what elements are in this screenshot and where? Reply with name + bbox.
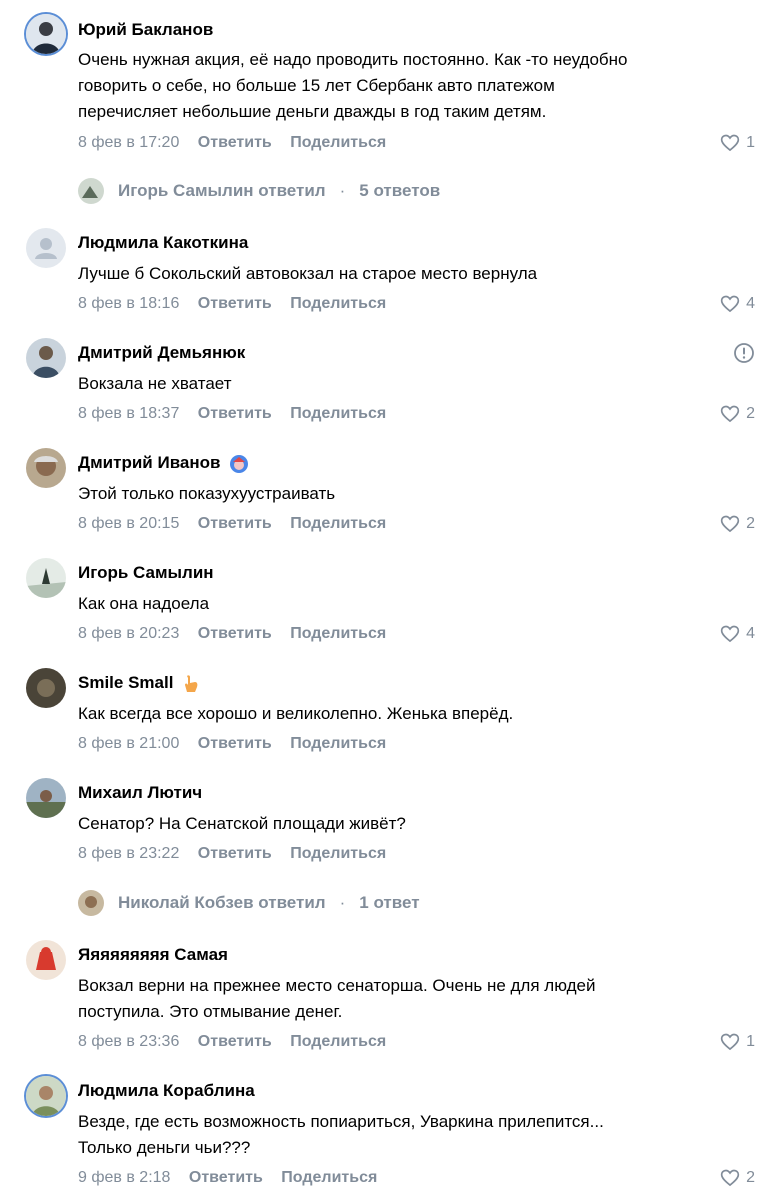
timestamp[interactable]: 9 фев в 2:18	[78, 1169, 170, 1186]
share-button[interactable]: Поделиться	[290, 625, 386, 642]
comment-text: Вокзала не хватает	[78, 374, 232, 393]
like-button[interactable]: 1	[720, 1032, 755, 1052]
like-button[interactable]: 4	[720, 624, 755, 644]
share-button[interactable]: Поделиться	[290, 134, 386, 151]
like-button[interactable]: 2	[720, 404, 755, 424]
avatar[interactable]	[26, 228, 66, 268]
avatar[interactable]	[26, 1076, 66, 1116]
like-count: 2	[746, 405, 755, 422]
timestamp[interactable]: 8 фев в 18:37	[78, 405, 179, 422]
verified-badge-icon	[230, 454, 249, 473]
report-icon[interactable]	[733, 342, 755, 364]
comment-meta: 8 фев в 18:16 Ответить Поделиться	[78, 294, 400, 314]
like-button[interactable]: 2	[720, 514, 755, 534]
comment-text: Очень нужная акция, её надо проводить по…	[78, 50, 628, 121]
comment-text: Вокзал верни на прежнее место сенаторша.…	[78, 976, 596, 1021]
replies-author: Игорь Самылин ответил	[118, 181, 326, 200]
avatar[interactable]	[26, 668, 66, 708]
author-name[interactable]: Яяяяяяяяя Самая	[78, 945, 228, 965]
reply-button[interactable]: Ответить	[198, 405, 272, 422]
avatar	[78, 890, 104, 916]
like-count: 1	[746, 1033, 755, 1050]
heart-icon	[720, 1032, 740, 1052]
replies-thread[interactable]: Игорь Самылин ответил · 5 ответов	[78, 178, 440, 204]
reply-button[interactable]: Ответить	[198, 515, 272, 532]
author-name[interactable]: Людмила Какоткина	[78, 233, 248, 253]
timestamp[interactable]: 8 фев в 20:23	[78, 625, 179, 642]
replies-count: 5 ответов	[359, 181, 441, 200]
timestamp[interactable]: 8 фев в 21:00	[78, 735, 179, 752]
heart-icon	[720, 294, 740, 314]
avatar[interactable]	[26, 558, 66, 598]
replies-count: 1 ответ	[359, 893, 420, 912]
avatar[interactable]	[26, 448, 66, 488]
share-button[interactable]: Поделиться	[290, 735, 386, 752]
share-button[interactable]: Поделиться	[290, 845, 386, 862]
author-name[interactable]: Дмитрий Демьянюк	[78, 343, 245, 363]
reply-button[interactable]: Ответить	[198, 295, 272, 312]
avatar[interactable]	[26, 338, 66, 378]
share-button[interactable]: Поделиться	[281, 1169, 377, 1186]
share-button[interactable]: Поделиться	[290, 405, 386, 422]
comment-meta: 8 фев в 20:15 Ответить Поделиться	[78, 514, 400, 534]
heart-icon	[720, 133, 740, 153]
like-count: 2	[746, 515, 755, 532]
reply-button[interactable]: Ответить	[198, 735, 272, 752]
comment-meta: 8 фев в 18:37 Ответить Поделиться	[78, 404, 400, 424]
author-name[interactable]: Smile Small	[78, 673, 200, 694]
reply-button[interactable]: Ответить	[189, 1169, 263, 1186]
share-button[interactable]: Поделиться	[290, 295, 386, 312]
author-name[interactable]: Михаил Лютич	[78, 783, 202, 803]
timestamp[interactable]: 8 фев в 23:22	[78, 845, 179, 862]
reply-button[interactable]: Ответить	[198, 1033, 272, 1050]
comment-meta: 9 фев в 2:18 Ответить Поделиться	[78, 1168, 391, 1188]
separator: ·	[339, 893, 346, 912]
avatar[interactable]	[26, 778, 66, 818]
like-button[interactable]: 1	[720, 133, 755, 153]
like-button[interactable]: 2	[720, 1168, 755, 1188]
share-button[interactable]: Поделиться	[290, 1033, 386, 1050]
author-name[interactable]: Людмила Кораблина	[78, 1081, 255, 1101]
author-name[interactable]: Игорь Самылин	[78, 563, 214, 583]
comment-text: Как она надоела	[78, 594, 210, 613]
replies-thread[interactable]: Николай Кобзев ответил · 1 ответ	[78, 890, 420, 916]
like-count: 2	[746, 1169, 755, 1186]
timestamp[interactable]: 8 фев в 20:15	[78, 515, 179, 532]
comment-meta: 8 фев в 23:22 Ответить Поделиться	[78, 844, 400, 864]
heart-icon	[720, 514, 740, 534]
like-count: 4	[746, 625, 755, 642]
timestamp[interactable]: 8 фев в 23:36	[78, 1033, 179, 1050]
reply-button[interactable]: Ответить	[198, 625, 272, 642]
avatar	[78, 178, 104, 204]
timestamp[interactable]: 8 фев в 18:16	[78, 295, 179, 312]
like-count: 4	[746, 295, 755, 312]
heart-icon	[720, 624, 740, 644]
author-name[interactable]: Дмитрий Иванов	[78, 453, 249, 474]
reply-button[interactable]: Ответить	[198, 134, 272, 151]
timestamp[interactable]: 8 фев в 17:20	[78, 134, 179, 151]
comment-text: Этой только показухуустраивать	[78, 484, 336, 503]
comment-text: Везде, где есть возможность попиариться,…	[78, 1112, 604, 1157]
avatar[interactable]	[26, 14, 66, 54]
like-button[interactable]: 4	[720, 294, 755, 314]
like-count: 1	[746, 134, 755, 151]
heart-icon	[720, 1168, 740, 1188]
avatar[interactable]	[26, 940, 66, 980]
replies-author: Николай Кобзев ответил	[118, 893, 326, 912]
comment-meta: 8 фев в 23:36 Ответить Поделиться	[78, 1032, 400, 1052]
reply-button[interactable]: Ответить	[198, 845, 272, 862]
comment-text: Как всегда все хорошо и великолепно. Жен…	[78, 704, 514, 723]
author-name[interactable]: Юрий Бакланов	[78, 20, 213, 40]
separator: ·	[339, 181, 346, 200]
comment-meta: 8 фев в 17:20 Ответить Поделиться	[78, 133, 400, 153]
heart-icon	[720, 404, 740, 424]
comment-text: Сенатор? На Сенатской площади живёт?	[78, 814, 406, 833]
share-button[interactable]: Поделиться	[290, 515, 386, 532]
comment-meta: 8 фев в 20:23 Ответить Поделиться	[78, 624, 400, 644]
hand-emoji-icon	[185, 674, 198, 692]
comment-meta: 8 фев в 21:00 Ответить Поделиться	[78, 734, 400, 754]
comment-text: Лучше б Сокольский автовокзал на старое …	[78, 264, 538, 283]
